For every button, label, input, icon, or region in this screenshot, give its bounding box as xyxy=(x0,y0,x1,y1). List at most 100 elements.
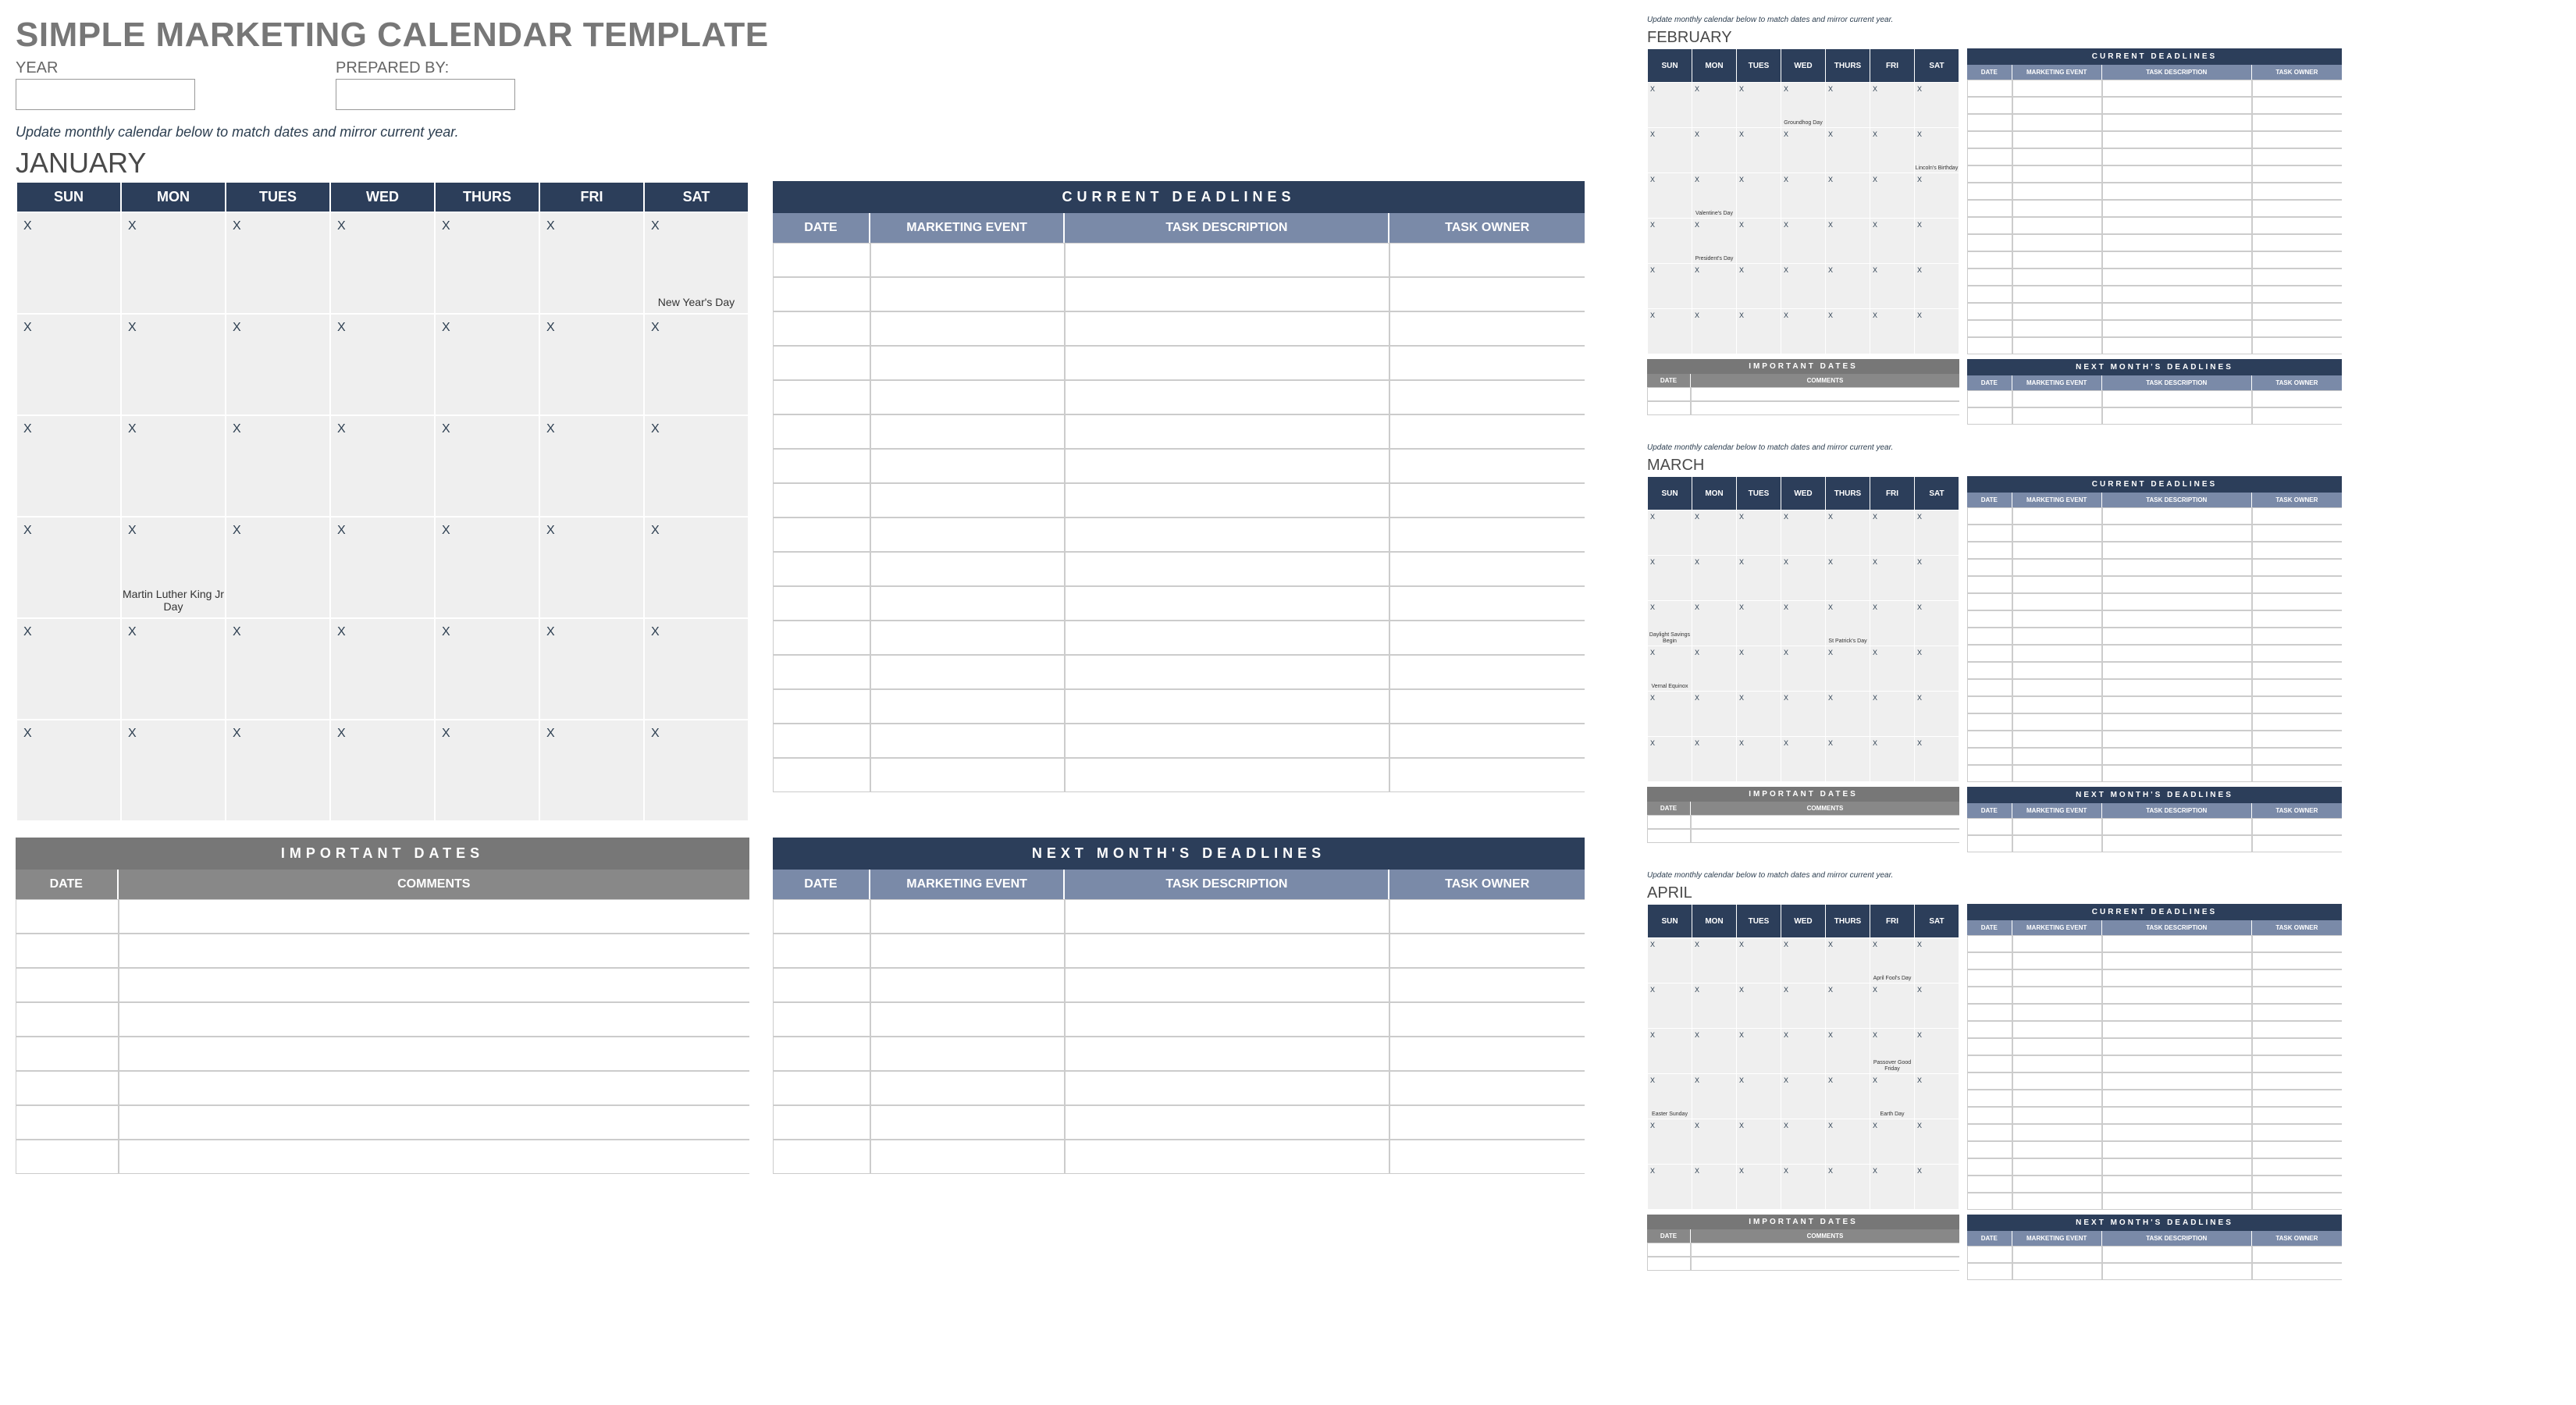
cell[interactable] xyxy=(119,1002,749,1037)
calendar-cell[interactable]: X xyxy=(1870,646,1915,692)
cell[interactable] xyxy=(1967,593,2012,610)
table-row[interactable] xyxy=(1967,1176,2342,1193)
cell[interactable] xyxy=(2012,610,2102,628)
cell[interactable] xyxy=(2102,251,2252,269)
cell[interactable] xyxy=(1967,1021,2012,1038)
table-row[interactable] xyxy=(1967,507,2342,525)
table-row[interactable] xyxy=(773,243,1585,277)
cell[interactable] xyxy=(2252,935,2342,952)
cell[interactable] xyxy=(773,346,870,380)
cell[interactable] xyxy=(2012,217,2102,234)
table-row[interactable] xyxy=(1967,407,2342,425)
cell[interactable] xyxy=(1967,696,2012,713)
cell[interactable] xyxy=(1691,401,1959,415)
cell[interactable] xyxy=(773,243,870,277)
cell[interactable] xyxy=(870,1037,1066,1071)
calendar-cell[interactable]: X xyxy=(1826,737,1870,782)
table-row[interactable] xyxy=(1967,1055,2342,1072)
table-row[interactable] xyxy=(1967,303,2342,320)
cell[interactable] xyxy=(2252,576,2342,593)
cell[interactable] xyxy=(870,621,1066,655)
table-row[interactable] xyxy=(16,1140,749,1174)
cell[interactable] xyxy=(870,655,1066,689)
table-row[interactable] xyxy=(1967,628,2342,645)
calendar-cell[interactable]: X xyxy=(644,314,749,415)
calendar-cell[interactable]: X xyxy=(1915,510,1959,556)
table-row[interactable] xyxy=(1647,1243,1959,1257)
cell[interactable] xyxy=(119,968,749,1002)
calendar-cell[interactable]: X xyxy=(1915,984,1959,1029)
table-row[interactable] xyxy=(1967,593,2342,610)
cell[interactable] xyxy=(1065,689,1389,724)
table-row[interactable] xyxy=(773,899,1585,934)
cell[interactable] xyxy=(2102,679,2252,696)
table-row[interactable] xyxy=(1967,679,2342,696)
cell[interactable] xyxy=(2102,628,2252,645)
cell[interactable] xyxy=(1065,277,1389,311)
table-row[interactable] xyxy=(1967,645,2342,662)
cell[interactable] xyxy=(1967,748,2012,765)
cell[interactable] xyxy=(1389,899,1585,934)
cell[interactable] xyxy=(2252,337,2342,354)
calendar-cell[interactable]: X xyxy=(1826,556,1870,601)
calendar-cell[interactable]: X xyxy=(1737,1074,1781,1119)
cell[interactable] xyxy=(1967,148,2012,165)
calendar-cell[interactable]: X xyxy=(1692,1029,1737,1074)
table-row[interactable] xyxy=(1967,713,2342,731)
calendar-cell[interactable]: X xyxy=(1826,1165,1870,1210)
cell[interactable] xyxy=(1065,934,1389,968)
cell[interactable] xyxy=(1389,968,1585,1002)
table-row[interactable] xyxy=(1967,131,2342,148)
cell[interactable] xyxy=(2252,818,2342,835)
cell[interactable] xyxy=(16,1071,119,1105)
cell[interactable] xyxy=(2012,131,2102,148)
cell[interactable] xyxy=(1967,234,2012,251)
calendar-cell[interactable]: X xyxy=(1648,219,1692,264)
cell[interactable] xyxy=(2102,1055,2252,1072)
cell[interactable] xyxy=(2102,1193,2252,1210)
table-row[interactable] xyxy=(773,449,1585,483)
calendar-cell[interactable]: X xyxy=(1781,984,1826,1029)
calendar-cell[interactable]: X xyxy=(1870,264,1915,309)
cell[interactable] xyxy=(2102,748,2252,765)
calendar-cell[interactable]: X xyxy=(330,415,435,517)
cell[interactable] xyxy=(2012,97,2102,114)
calendar-cell[interactable]: X xyxy=(1826,219,1870,264)
cell[interactable] xyxy=(2252,200,2342,217)
calendar-cell[interactable]: X xyxy=(435,314,539,415)
calendar-cell[interactable]: XSt Patrick's Day xyxy=(1826,601,1870,646)
cell[interactable] xyxy=(2102,1124,2252,1141)
calendar-cell[interactable]: X xyxy=(1915,601,1959,646)
table-row[interactable] xyxy=(773,518,1585,552)
cell[interactable] xyxy=(773,758,870,792)
cell[interactable] xyxy=(2102,1021,2252,1038)
cell[interactable] xyxy=(2012,765,2102,782)
calendar-cell[interactable]: X xyxy=(435,212,539,314)
cell[interactable] xyxy=(773,655,870,689)
cell[interactable] xyxy=(2252,1124,2342,1141)
cell[interactable] xyxy=(2102,1090,2252,1107)
calendar-cell[interactable]: X xyxy=(1826,309,1870,354)
cell[interactable] xyxy=(773,1037,870,1071)
table-row[interactable] xyxy=(1967,969,2342,987)
cell[interactable] xyxy=(1065,1105,1389,1140)
calendar-cell[interactable]: X xyxy=(1692,309,1737,354)
calendar-cell[interactable]: X xyxy=(1826,1074,1870,1119)
cell[interactable] xyxy=(1967,80,2012,97)
calendar-cell[interactable]: X xyxy=(121,415,226,517)
cell[interactable] xyxy=(773,586,870,621)
table-row[interactable] xyxy=(1967,1193,2342,1210)
calendar-cell[interactable]: X xyxy=(1648,128,1692,173)
table-row[interactable] xyxy=(1967,696,2342,713)
table-row[interactable] xyxy=(1967,662,2342,679)
cell[interactable] xyxy=(1065,414,1389,449)
calendar-cell[interactable]: X xyxy=(1737,984,1781,1029)
cell[interactable] xyxy=(119,1071,749,1105)
cell[interactable] xyxy=(1065,621,1389,655)
cell[interactable] xyxy=(2102,645,2252,662)
cell[interactable] xyxy=(2252,748,2342,765)
cell[interactable] xyxy=(2102,713,2252,731)
cell[interactable] xyxy=(2252,1004,2342,1021)
cell[interactable] xyxy=(1967,200,2012,217)
cell[interactable] xyxy=(2252,165,2342,183)
